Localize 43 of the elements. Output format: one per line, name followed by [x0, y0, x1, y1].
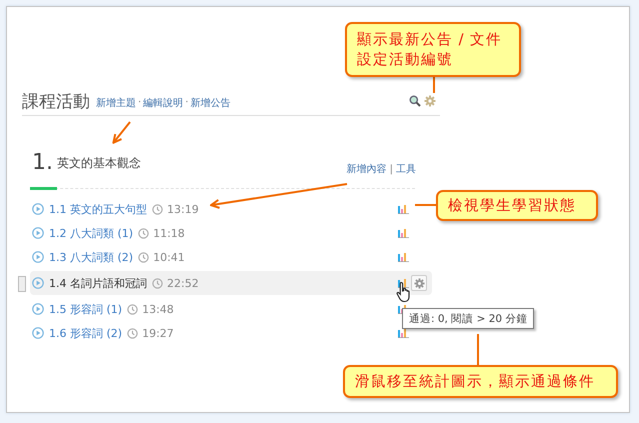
play-icon: [32, 327, 44, 339]
header-link[interactable]: 新增公告: [190, 96, 230, 110]
separator: ·: [138, 97, 142, 108]
separator: |: [390, 164, 393, 174]
play-icon: [32, 203, 44, 215]
play-icon: [32, 303, 44, 315]
duration: 13:19: [167, 202, 199, 216]
callout-text: 檢視學生學習狀態: [448, 196, 577, 216]
header-link[interactable]: 編輯說明: [143, 96, 184, 110]
clock-icon: [152, 278, 163, 288]
page-title: 課程活動: [22, 90, 90, 112]
clock-icon: [127, 328, 138, 338]
callout-text: 滑鼠移至統計圖示，顯示通過條件: [355, 372, 596, 392]
lesson-link[interactable]: 1.2 八大詞類 (1): [49, 226, 134, 240]
play-icon: [32, 277, 44, 289]
section-action-link[interactable]: 新增內容: [346, 162, 387, 176]
clock-icon: [138, 252, 150, 262]
callout-text: 設定活動編號: [357, 50, 454, 70]
clock-icon: [152, 204, 163, 214]
clock-icon: [127, 304, 138, 314]
play-icon: [32, 227, 44, 239]
lesson-link[interactable]: 1.3 八大詞類 (2): [49, 250, 134, 264]
section-action-link[interactable]: 工具: [396, 162, 416, 176]
header-link[interactable]: 新增主題: [96, 96, 136, 110]
lesson-link[interactable]: 1.1 英文的五大句型: [49, 202, 147, 216]
duration: 19:27: [142, 326, 174, 340]
duration: 11:18: [153, 226, 185, 240]
section-title: 英文的基本觀念: [57, 155, 141, 172]
separator: ·: [185, 97, 188, 108]
arrow: [112, 121, 131, 144]
tooltip: 通過: 0, 閱讀 > 20 分鐘: [402, 308, 534, 329]
duration: 22:52: [167, 276, 199, 290]
duration: 13:48: [142, 302, 174, 316]
search-icon[interactable]: [409, 95, 421, 107]
callout-text: 顯示最新公告 / 文件: [357, 30, 504, 50]
lesson-link[interactable]: 1.6 形容詞 (2): [49, 326, 122, 340]
section-number: 1.: [32, 150, 53, 176]
drag-handle[interactable]: [18, 276, 26, 292]
lesson-link[interactable]: 1.4 名詞片語和冠詞: [49, 276, 147, 290]
duration: 10:41: [153, 250, 185, 264]
clock-icon: [138, 228, 150, 238]
lesson-link[interactable]: 1.5 形容詞 (1): [49, 302, 122, 316]
play-icon: [32, 251, 44, 263]
